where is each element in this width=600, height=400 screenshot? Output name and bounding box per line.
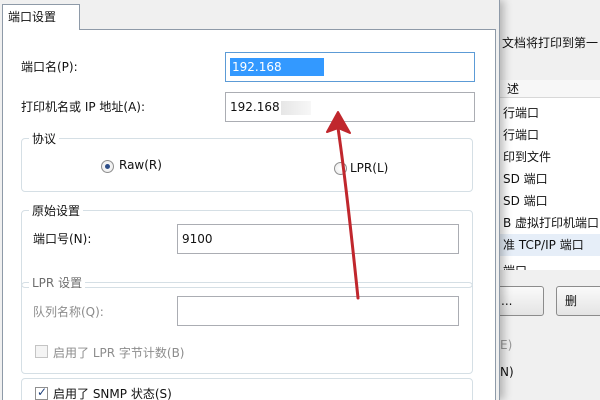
lpr-byte-count-checkbox[interactable] (35, 345, 48, 358)
port-list-item[interactable]: 行端口 (497, 102, 600, 124)
protocol-group (21, 138, 473, 192)
port-type-list[interactable]: 述 行端口 行端口 印到文件 SD 端口 SD 端口 B 虚拟打印机端口 准 T… (496, 80, 600, 270)
port-list-item[interactable]: B 虚拟打印机端口 (497, 212, 600, 234)
background-description-text: 文档将打印到第一 (502, 36, 599, 50)
redacted-block (280, 100, 311, 115)
background-button-delete[interactable]: 删 (556, 286, 600, 316)
port-settings-dialog: 端口设置 端口名(P): 192.168 打印机名或 IP 地址(A): 192… (0, 0, 500, 400)
printer-address-value: 192.168 (230, 100, 280, 114)
lpr-radio[interactable] (334, 162, 347, 175)
snmp-status-label[interactable]: 启用了 SNMP 状态(S) (53, 385, 172, 400)
protocol-group-title: 协议 (29, 130, 60, 147)
port-list-item[interactable]: 端口 (497, 260, 600, 270)
port-name-input[interactable]: 192.168 (225, 52, 475, 82)
port-number-label: 端口号(N): (33, 232, 92, 246)
port-list-item[interactable]: 印到文件 (497, 146, 600, 168)
lpr-settings-title: LPR 设置 (29, 274, 86, 291)
printer-address-input[interactable]: 192.168 (225, 92, 475, 122)
raw-radio-label[interactable]: Raw(R) (119, 158, 162, 172)
port-list-item[interactable]: 行端口 (497, 124, 600, 146)
lpr-radio-label[interactable]: LPR(L) (350, 161, 388, 175)
snmp-status-checkbox[interactable] (35, 385, 48, 400)
lpr-byte-count-label: 启用了 LPR 字节计数(B) (53, 346, 185, 360)
port-list-item[interactable]: SD 端口 (497, 168, 600, 190)
port-list-item-selected[interactable]: 准 TCP/IP 端口 (497, 234, 600, 256)
raw-settings-title: 原始设置 (29, 202, 84, 219)
port-name-label: 端口名(P): (21, 60, 78, 74)
port-list-column-header: 述 (497, 80, 600, 98)
port-list-item[interactable]: SD 端口 (497, 190, 600, 212)
port-number-input[interactable]: 9100 (177, 224, 459, 254)
tab-panel: 端口名(P): 192.168 打印机名或 IP 地址(A): 192.168 … (2, 29, 496, 400)
background-option-n: N) (500, 365, 514, 379)
tab-port-settings[interactable]: 端口设置 (2, 4, 80, 30)
background-option-e: E) (500, 338, 513, 352)
queue-name-input[interactable] (177, 296, 459, 326)
raw-radio[interactable] (101, 160, 114, 173)
queue-name-label: 队列名称(Q): (33, 305, 104, 319)
port-name-selected-text: 192.168 (230, 58, 324, 76)
printer-address-label: 打印机名或 IP 地址(A): (21, 100, 146, 114)
